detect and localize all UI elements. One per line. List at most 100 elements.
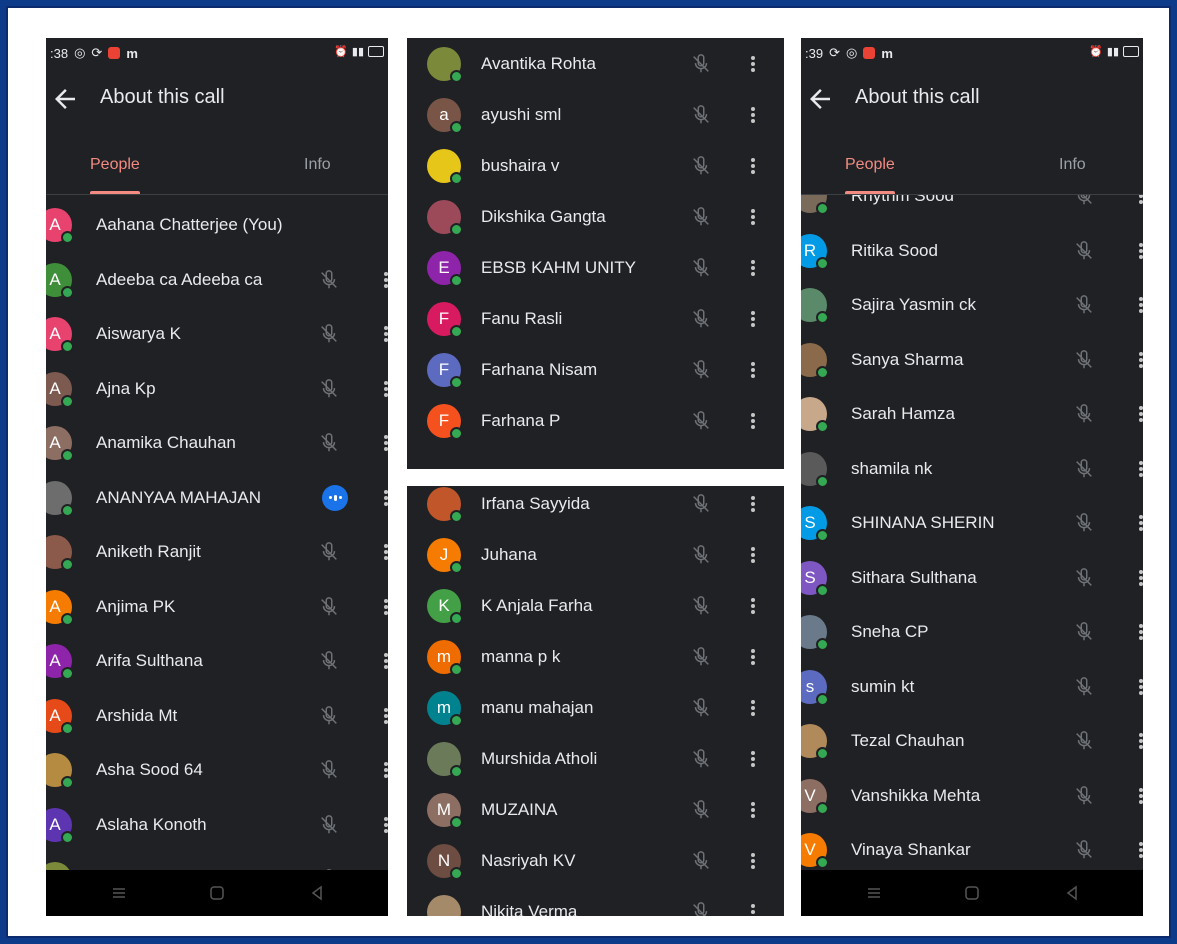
mic-off-icon[interactable] [690,850,712,872]
participant-row[interactable]: m manu mahajan [407,682,784,733]
mic-off-icon[interactable] [318,432,340,454]
more-options-icon[interactable] [382,760,388,780]
participant-row[interactable]: M MUZAINA [407,784,784,835]
participant-row[interactable]: R Ritika Sood [801,224,1143,279]
participant-row[interactable]: A Anamika Chauhan [46,416,388,471]
participant-row[interactable]: Rhythm Sood [801,195,1143,224]
participant-row[interactable]: s sumin kt [801,660,1143,715]
more-options-icon[interactable] [382,815,388,835]
mic-off-icon[interactable] [318,269,340,291]
mic-off-icon[interactable] [1073,567,1095,589]
participant-row[interactable]: A Arifa Sulthana [46,634,388,689]
more-options-icon[interactable] [749,800,757,820]
more-options-icon[interactable] [749,105,757,125]
more-options-icon[interactable] [1137,513,1143,533]
tab-info[interactable]: Info [304,156,331,174]
more-options-icon[interactable] [382,379,388,399]
menu-icon[interactable] [865,884,883,902]
mic-off-icon[interactable] [690,308,712,330]
menu-icon[interactable] [110,884,128,902]
participant-row[interactable]: Sanya Sharma [801,333,1143,388]
mic-off-icon[interactable] [690,595,712,617]
participant-row[interactable]: A Ajna Kp [46,362,388,417]
participant-row[interactable]: Murshida Atholi [407,733,784,784]
participant-row[interactable]: F Fanu Rasli [407,293,784,344]
participant-row[interactable]: Sneha CP [801,605,1143,660]
mic-off-icon[interactable] [690,544,712,566]
back-nav-icon[interactable] [308,884,326,902]
more-options-icon[interactable] [382,488,388,508]
participant-row[interactable]: F Farhana Nisam [407,344,784,395]
participant-row[interactable]: A Anjima PK [46,580,388,635]
more-options-icon[interactable] [749,545,757,565]
mic-off-icon[interactable] [318,378,340,400]
participant-row[interactable]: S SHINANA SHERIN [801,496,1143,551]
participant-row[interactable]: Aniketh Ranjit [46,525,388,580]
more-options-icon[interactable] [749,596,757,616]
participant-row[interactable]: S Sithara Sulthana [801,551,1143,606]
participant-row[interactable]: bushaira v [407,140,784,191]
more-options-icon[interactable] [1137,295,1143,315]
mic-off-icon[interactable] [690,359,712,381]
mic-off-icon[interactable] [690,206,712,228]
mic-off-icon[interactable] [1073,349,1095,371]
tab-people[interactable]: People [845,156,895,174]
participant-row[interactable]: E EBSB KAHM UNITY [407,242,784,293]
mic-off-icon[interactable] [690,901,712,917]
mic-off-icon[interactable] [690,104,712,126]
mic-off-icon[interactable] [1073,676,1095,698]
more-options-icon[interactable] [749,411,757,431]
more-options-icon[interactable] [1137,840,1143,860]
mic-off-icon[interactable] [690,493,712,515]
more-options-icon[interactable] [382,270,388,290]
mic-off-icon[interactable] [690,155,712,177]
home-icon[interactable] [208,884,226,902]
participant-row[interactable]: Avantika Rohta [407,38,784,89]
participant-row[interactable]: A Arshida Mt [46,689,388,744]
mic-off-icon[interactable] [318,323,340,345]
more-options-icon[interactable] [382,597,388,617]
mic-off-icon[interactable] [1073,621,1095,643]
mic-off-icon[interactable] [318,705,340,727]
more-options-icon[interactable] [1137,241,1143,261]
more-options-icon[interactable] [1137,350,1143,370]
participant-row[interactable]: Sajira Yasmin ck [801,278,1143,333]
mic-off-icon[interactable] [318,814,340,836]
more-options-icon[interactable] [749,698,757,718]
participant-row[interactable]: A Aslaha Konoth [46,798,388,853]
participant-row[interactable]: V Vanshikka Mehta [801,769,1143,824]
mic-off-icon[interactable] [1073,512,1095,534]
participant-row[interactable]: Dikshika Gangta [407,191,784,242]
more-options-icon[interactable] [749,902,757,917]
mic-off-icon[interactable] [690,53,712,75]
participant-row[interactable]: Asha Sood 64 [46,743,388,798]
mic-off-icon[interactable] [690,410,712,432]
back-arrow-icon[interactable] [805,84,835,114]
participant-row[interactable]: m manna p k [407,631,784,682]
back-arrow-icon[interactable] [50,84,80,114]
more-options-icon[interactable] [749,360,757,380]
more-options-icon[interactable] [1137,677,1143,697]
participant-row[interactable]: Sarah Hamza [801,387,1143,442]
more-options-icon[interactable] [1137,404,1143,424]
participant-row[interactable]: J Juhana [407,529,784,580]
participant-row[interactable]: A Aiswarya K [46,307,388,362]
participant-row[interactable]: F Farhana P [407,395,784,446]
mic-off-icon[interactable] [1073,240,1095,262]
more-options-icon[interactable] [1137,195,1143,206]
more-options-icon[interactable] [1137,568,1143,588]
mic-off-icon[interactable] [1073,294,1095,316]
participant-row[interactable]: N Nasriyah KV [407,835,784,886]
more-options-icon[interactable] [749,494,757,514]
mic-off-icon[interactable] [690,697,712,719]
more-options-icon[interactable] [382,706,388,726]
tab-info[interactable]: Info [1059,156,1086,174]
more-options-icon[interactable] [749,851,757,871]
participant-row[interactable]: Nikita Verma [407,886,784,916]
mic-off-icon[interactable] [1073,839,1095,861]
tab-people[interactable]: People [90,156,140,174]
mic-off-icon[interactable] [1073,785,1095,807]
mic-off-icon[interactable] [690,748,712,770]
participant-row[interactable]: ANANYAA MAHAJAN [46,471,388,526]
participant-row[interactable]: A Adeeba ca Adeeba ca [46,253,388,308]
